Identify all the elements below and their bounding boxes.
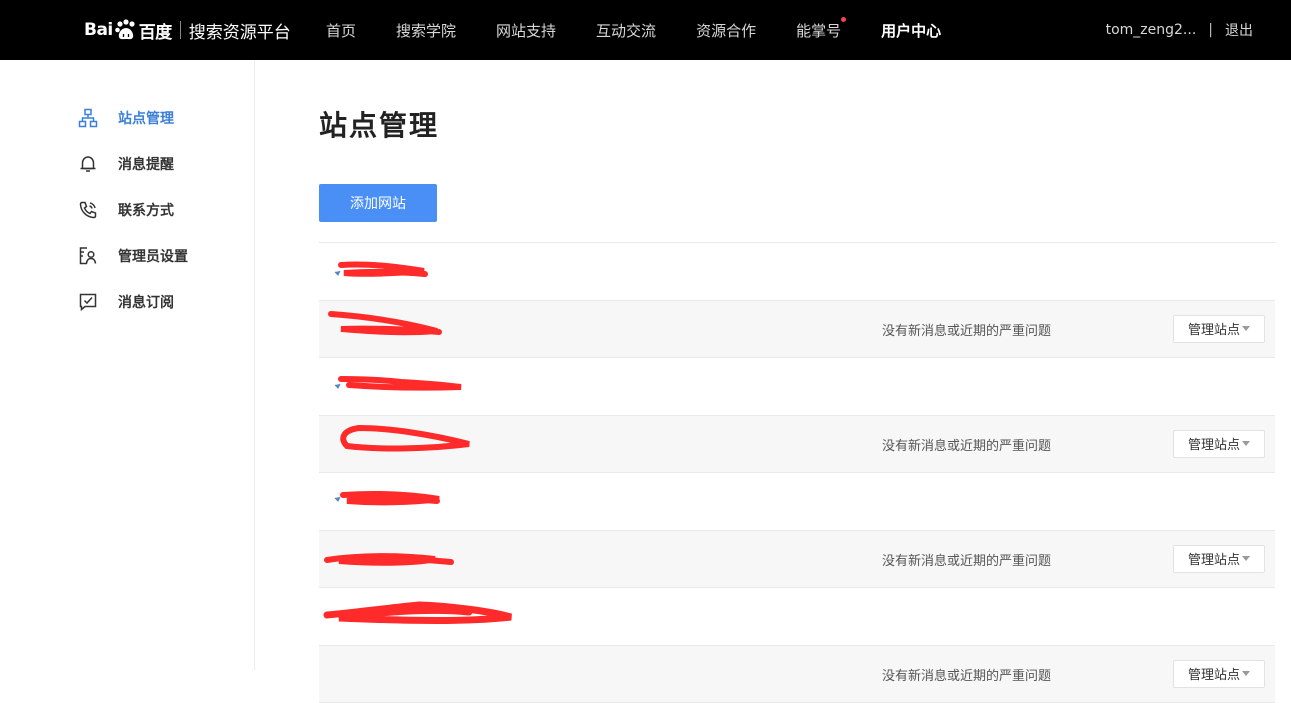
nav-user-center[interactable]: 用户中心 [881, 20, 941, 41]
paw-icon [114, 19, 138, 41]
logo-subtitle: 搜索资源平台 [189, 18, 291, 43]
logo-brand-left: Bai [84, 20, 113, 40]
sidebar: 站点管理 消息提醒 联系方式 管理员设置 消息订阅 [0, 60, 255, 670]
caret-down-icon [1242, 556, 1250, 561]
nav-label: 网站支持 [496, 22, 556, 40]
phone-icon [78, 200, 98, 220]
admin-user-icon [78, 246, 98, 266]
site-status: 没有新消息或近期的严重问题 [882, 550, 1051, 569]
sidebar-item-contact[interactable]: 联系方式 [78, 198, 174, 222]
logo-divider [180, 21, 181, 39]
nav-label: 搜索学院 [396, 22, 456, 40]
baidu-logo[interactable]: Bai 百度 搜索资源平台 [84, 13, 291, 47]
manage-site-label: 管理站点 [1188, 319, 1240, 338]
notification-dot [841, 17, 846, 22]
bell-icon [78, 154, 98, 174]
manage-site-label: 管理站点 [1188, 549, 1240, 568]
logo-brand-right: 百度 [139, 18, 172, 43]
nav-label: 用户中心 [881, 22, 941, 40]
sidebar-item-label: 联系方式 [118, 200, 174, 220]
nav-label: 首页 [326, 22, 356, 40]
caret-down-icon [1242, 326, 1250, 331]
caret-down-icon [1242, 671, 1250, 676]
site-status: 没有新消息或近期的严重问题 [882, 435, 1051, 454]
sidebar-item-subscriptions[interactable]: 消息订阅 [78, 290, 174, 314]
site-row: 没有新消息或近期的严重问题 管理站点 [319, 301, 1275, 359]
site-row [319, 473, 1275, 531]
nav-site-support[interactable]: 网站支持 [496, 20, 556, 41]
redacted-site-name [319, 416, 539, 473]
redacted-site-name [319, 243, 539, 300]
nav-community[interactable]: 互动交流 [596, 20, 656, 41]
message-check-icon [78, 292, 98, 312]
sidebar-item-label: 消息订阅 [118, 292, 174, 312]
main-content: 站点管理 添加网站 没有新消息或近期的严重问题 管理站点 [319, 60, 1275, 670]
sidebar-item-site-management[interactable]: 站点管理 [78, 106, 174, 130]
manage-site-label: 管理站点 [1188, 664, 1240, 683]
nav-label: 资源合作 [696, 22, 756, 40]
redacted-site-name [319, 358, 539, 415]
site-row: 没有新消息或近期的严重问题 管理站点 [319, 416, 1275, 474]
redacted-site-name [319, 588, 539, 645]
main-nav: 首页 搜索学院 网站支持 互动交流 资源合作 能掌号 用户中心 [326, 0, 981, 60]
site-row [319, 358, 1275, 416]
site-list: 没有新消息或近期的严重问题 管理站点 没有新消息或近期的严重问题 管理站点 [319, 242, 1275, 703]
redacted-site-name [319, 301, 539, 358]
sidebar-item-label: 管理员设置 [118, 246, 188, 266]
sidebar-item-label: 站点管理 [118, 108, 174, 128]
site-row: 没有新消息或近期的严重问题 管理站点 [319, 646, 1275, 703]
nav-resource-cooperation[interactable]: 资源合作 [696, 20, 756, 41]
sidebar-item-admin-settings[interactable]: 管理员设置 [78, 244, 188, 268]
username-link[interactable]: tom_zeng2... [1106, 22, 1197, 38]
top-navigation-bar: Bai 百度 搜索资源平台 首页 搜索学院 网站支持 互动交流 资源合作 能掌号… [0, 0, 1291, 60]
site-row [319, 243, 1275, 301]
sidebar-item-notifications[interactable]: 消息提醒 [78, 152, 174, 176]
manage-site-label: 管理站点 [1188, 434, 1240, 453]
nav-label: 能掌号 [796, 22, 841, 40]
logo-brand: Bai 百度 [84, 18, 172, 43]
nav-home[interactable]: 首页 [326, 20, 356, 41]
manage-site-dropdown[interactable]: 管理站点 [1173, 430, 1265, 458]
manage-site-dropdown[interactable]: 管理站点 [1173, 545, 1265, 573]
user-area: tom_zeng2... | 退出 [1106, 0, 1253, 60]
page-title: 站点管理 [319, 104, 439, 144]
redacted-site-name [319, 531, 539, 588]
caret-down-icon [1242, 441, 1250, 446]
nav-search-academy[interactable]: 搜索学院 [396, 20, 456, 41]
site-status: 没有新消息或近期的严重问题 [882, 665, 1051, 684]
nav-nengzhang[interactable]: 能掌号 [796, 20, 841, 41]
manage-site-dropdown[interactable]: 管理站点 [1173, 315, 1265, 343]
nav-label: 互动交流 [596, 22, 656, 40]
sidebar-item-label: 消息提醒 [118, 154, 174, 174]
manage-site-dropdown[interactable]: 管理站点 [1173, 660, 1265, 688]
add-site-button[interactable]: 添加网站 [319, 184, 437, 222]
redacted-site-name [319, 473, 539, 530]
site-status: 没有新消息或近期的严重问题 [882, 320, 1051, 339]
site-row [319, 588, 1275, 646]
user-separator: | [1208, 22, 1213, 38]
logout-link[interactable]: 退出 [1225, 20, 1253, 40]
site-row: 没有新消息或近期的严重问题 管理站点 [319, 531, 1275, 589]
sitemap-icon [78, 108, 98, 128]
